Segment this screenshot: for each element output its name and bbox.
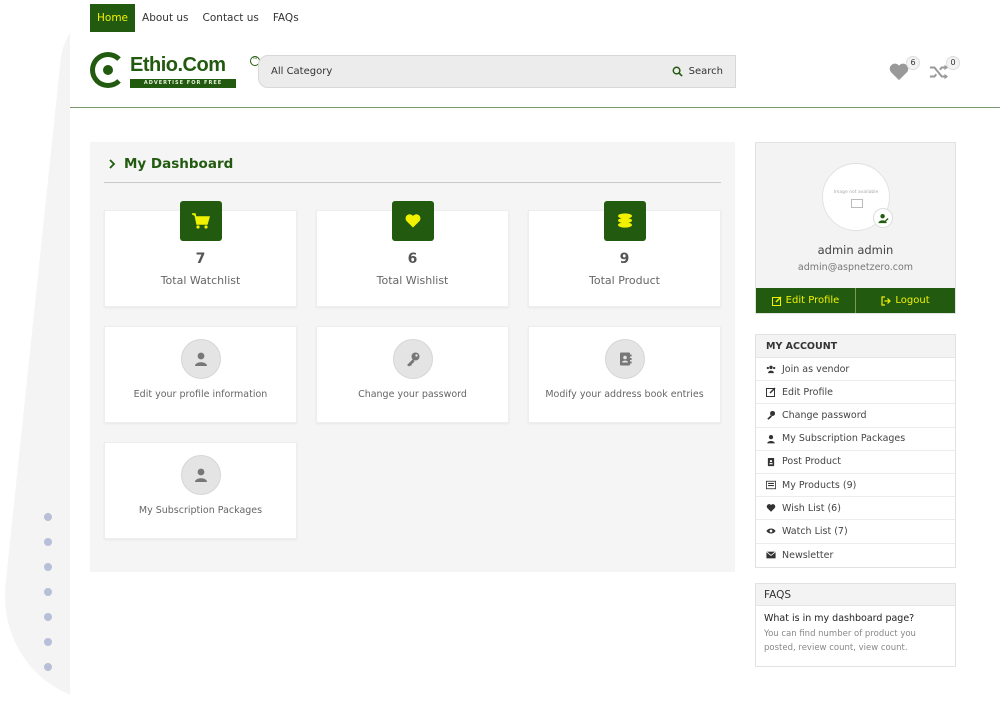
account-item-subscription-packages[interactable]: My Subscription Packages (756, 428, 955, 451)
users-icon (766, 365, 776, 374)
wishlist-count-badge: 6 (906, 56, 920, 70)
faqs-title: FAQS (756, 584, 955, 606)
link-card-subscription-packages[interactable]: My Subscription Packages (104, 442, 297, 539)
faq-question[interactable]: What is in my dashboard page? (756, 606, 955, 624)
account-item-label: Newsletter (782, 549, 834, 561)
user-icon (181, 455, 221, 495)
key-icon (767, 411, 776, 421)
dashboard-page: Home About us Contact us FAQs Ethio.Com … (70, 0, 1000, 703)
user-icon (767, 434, 775, 444)
link-card-address-book[interactable]: Modify your address book entries (528, 326, 721, 423)
title-divider (104, 182, 721, 183)
profile-card: Image not available admin admin admin@as… (755, 142, 956, 314)
list-icon (766, 480, 776, 490)
logout-label: Logout (895, 295, 930, 306)
profile-name: admin admin (817, 243, 894, 257)
account-item-newsletter[interactable]: Newsletter (756, 544, 955, 567)
stat-label: Total Watchlist (160, 274, 241, 287)
link-card-change-password[interactable]: Change your password (316, 326, 509, 423)
coins-icon (604, 201, 646, 241)
address-book-icon (605, 339, 645, 379)
account-item-label: Edit Profile (782, 386, 833, 398)
profile-email: admin@aspnetzero.com (797, 262, 914, 273)
account-item-label: Post Product (782, 456, 841, 468)
link-card-label: My Subscription Packages (138, 505, 263, 516)
faq-answer: You can find number of product you poste… (764, 629, 916, 653)
search-icon (672, 66, 683, 77)
stat-label: Total Product (589, 274, 660, 287)
logout-button[interactable]: Logout (855, 288, 955, 313)
link-card-edit-profile[interactable]: Edit your profile information (104, 326, 297, 423)
account-item-label: Wish List (6) (782, 502, 841, 514)
account-item-label: My Subscription Packages (782, 433, 906, 445)
link-card-label: Modify your address book entries (545, 389, 704, 400)
top-nav: Home About us Contact us FAQs (90, 4, 306, 32)
my-account-menu: MY ACCOUNT Join as vendor Edit Profile C… (755, 334, 956, 568)
edit-profile-label: Edit Profile (785, 295, 840, 306)
faqs-panel: FAQS What is in my dashboard page? You c… (755, 583, 956, 667)
account-item-join-vendor[interactable]: Join as vendor (756, 358, 955, 382)
key-icon (393, 339, 433, 379)
link-card-label: Edit your profile information (133, 389, 268, 400)
address-book-icon (767, 457, 775, 466)
logo-mark (90, 52, 126, 88)
search-bar: All Category Search (258, 55, 736, 88)
edit-icon (771, 295, 782, 306)
chevron-right-icon (109, 159, 116, 169)
cart-icon (180, 201, 222, 241)
image-placeholder-icon (851, 199, 863, 208)
search-button[interactable]: Search (672, 66, 723, 77)
link-card-label: Change your password (358, 389, 467, 400)
heart-icon (392, 201, 434, 241)
nav-faqs[interactable]: FAQs (266, 4, 306, 32)
account-item-edit-profile[interactable]: Edit Profile (756, 381, 955, 405)
change-avatar-button[interactable] (873, 208, 893, 228)
category-select[interactable]: All Category (271, 66, 672, 77)
stat-card-wishlist[interactable]: 6 Total Wishlist (316, 201, 509, 307)
compare-count-badge: 0 (946, 56, 960, 70)
brand-logo[interactable]: Ethio.Com ADVERTISE FOR FREE ™ (90, 52, 260, 90)
brand-tagline: ADVERTISE FOR FREE (130, 79, 236, 88)
account-item-label: Change password (782, 409, 867, 421)
avatar: Image not available (822, 163, 893, 231)
nav-home[interactable]: Home (90, 4, 136, 32)
stat-value: 7 (195, 251, 206, 267)
edit-profile-button[interactable]: Edit Profile (756, 288, 855, 313)
no-image-placeholder: Image not available (833, 190, 879, 195)
account-item-wish-list[interactable]: Wish List (6) (756, 497, 955, 521)
stat-card-watchlist[interactable]: 7 Total Watchlist (104, 201, 297, 307)
account-item-my-products[interactable]: My Products (9) (756, 474, 955, 498)
logout-icon (881, 295, 892, 306)
nav-about-us[interactable]: About us (135, 4, 196, 32)
account-item-label: Watch List (7) (782, 525, 848, 537)
stat-label: Total Wishlist (376, 274, 449, 287)
stat-card-products[interactable]: 9 Total Product (528, 201, 721, 307)
stat-value: 9 (619, 251, 630, 267)
my-account-title: MY ACCOUNT (756, 335, 955, 358)
heart-icon (766, 504, 776, 512)
stat-value: 6 (407, 251, 418, 267)
edit-icon (766, 387, 776, 398)
nav-contact-us[interactable]: Contact us (196, 4, 266, 32)
account-item-post-product[interactable]: Post Product (756, 451, 955, 474)
header-divider (70, 107, 1000, 108)
page-title: My Dashboard (108, 156, 233, 172)
account-item-label: Join as vendor (782, 363, 850, 375)
eye-icon (766, 528, 776, 534)
wishlist-button[interactable]: 6 (888, 56, 920, 84)
user-edit-icon (877, 213, 889, 223)
user-icon (181, 339, 221, 379)
compare-button[interactable]: 0 (928, 56, 960, 84)
account-item-change-password[interactable]: Change password (756, 404, 955, 428)
account-item-label: My Products (9) (782, 479, 857, 491)
account-item-watch-list[interactable]: Watch List (7) (756, 520, 955, 544)
envelope-icon (766, 551, 776, 559)
search-button-label: Search (688, 66, 723, 77)
dashboard-panel: My Dashboard 7 Total Watchlist 6 Total W… (90, 142, 735, 572)
page-title-text: My Dashboard (124, 156, 234, 172)
brand-name: Ethio.Com (130, 54, 226, 76)
profile-actions: Edit Profile Logout (756, 288, 955, 313)
